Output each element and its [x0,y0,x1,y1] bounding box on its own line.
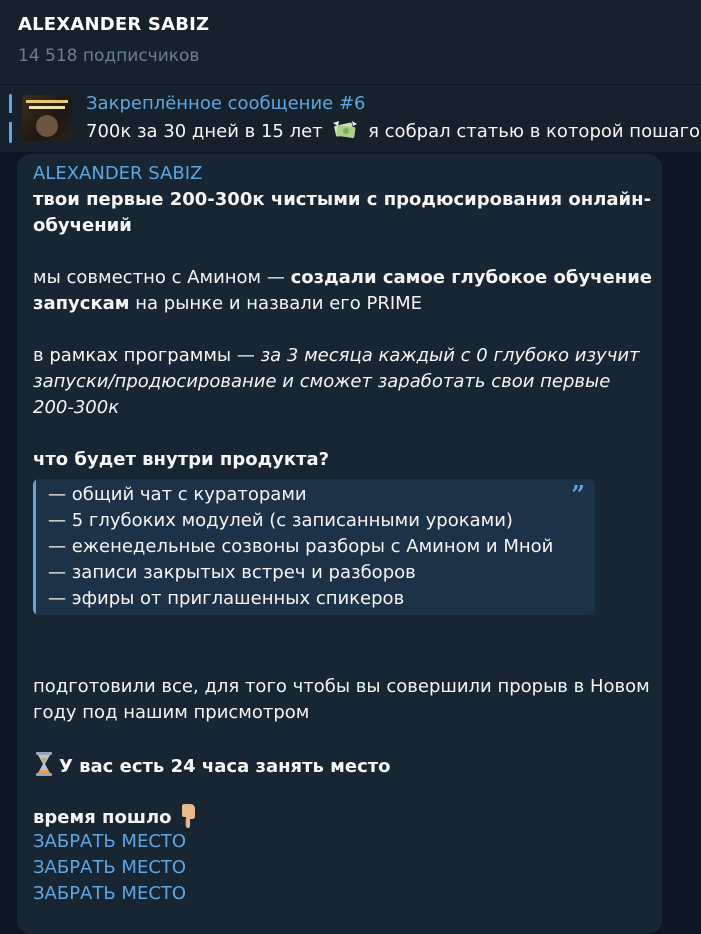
quote-item: — эфиры от приглашенных спикеров [48,588,405,609]
quote-icon: ” [571,480,585,509]
paragraph-1-line-2: запускам на рынке и назвали его PRIME [33,291,422,317]
deadline-line: У вас есть 24 часа занять место [33,751,391,780]
hourglass-icon [36,752,52,776]
message-headline-line-1: твои первые 200-300к чистыми с продюсиро… [33,189,652,210]
channel-title[interactable]: ALEXANDER SABIZ [18,14,209,35]
paragraph-2-line-3: 200-300к [33,397,120,418]
pinned-preview-text-end: я собрал статью в которой пошагово [368,121,701,142]
p1-text-d: на рынке и назвали его PRIME [129,293,423,314]
quote-bar [33,479,36,615]
paragraph-2-line-2: запуски/продюсирование и сможет заработа… [33,371,611,392]
p1-text-a: мы совместно с Амином — [33,267,291,288]
pinned-thumbnail [22,95,72,141]
blockquote: ” — общий чат с кураторами — 5 глубоких … [33,479,595,615]
paragraph-1-line-1: мы совместно с Амином — создали самое гл… [33,265,652,291]
pinned-preview: 700к за 30 дней в 15 лет я собрал статью… [86,120,701,142]
claim-spot-link[interactable]: ЗАБРАТЬ МЕСТО [33,855,186,881]
subscriber-count: 14 518 подписчиков [18,46,200,66]
p1-text-bold: создали самое глубокое обучение [290,267,653,288]
p2-text-italic: за 3 месяца каждый с 0 глубоко изучит [260,345,640,366]
pointing-down-icon [181,804,195,828]
message-author[interactable]: ALEXANDER SABIZ [33,161,202,187]
quote-item: — 5 глубоких модулей (с записанными урок… [48,510,513,531]
claim-spot-link[interactable]: ЗАБРАТЬ МЕСТО [33,881,186,907]
p2-text-a: в рамках программы — [33,345,261,366]
section-title: что будет внутри продукта? [33,449,330,470]
quote-item: — общий чат с кураторами [48,484,307,505]
paragraph-2-line-1: в рамках программы — за 3 месяца каждый … [33,343,640,369]
channel-header[interactable]: ALEXANDER SABIZ 14 518 подписчиков [0,0,701,84]
message-headline-line-2: обучений [33,215,132,236]
pinned-message-bar[interactable]: Закреплённое сообщение #6 700к за 30 дне… [0,85,701,152]
money-with-wings-icon [333,121,358,139]
time-line: время пошло [33,803,200,831]
quote-item: — еженедельные созвоны разборы с Амином … [48,536,554,557]
paragraph-3-line-2: году под нашим присмотром [33,702,310,723]
pinned-indicator [9,94,12,143]
pinned-title: Закреплённое сообщение #6 [86,93,366,114]
pinned-preview-text-start: 700к за 30 дней в 15 лет [86,121,323,142]
quote-item: — записи закрытых встреч и разборов [48,562,416,583]
deadline-text: У вас есть 24 часа занять место [59,756,391,777]
p1-text-bold-2: запускам [33,293,130,314]
time-text: время пошло [33,807,172,828]
paragraph-3-line-1: подготовили все, для того чтобы вы совер… [33,676,650,697]
claim-spot-link[interactable]: ЗАБРАТЬ МЕСТО [33,829,186,855]
